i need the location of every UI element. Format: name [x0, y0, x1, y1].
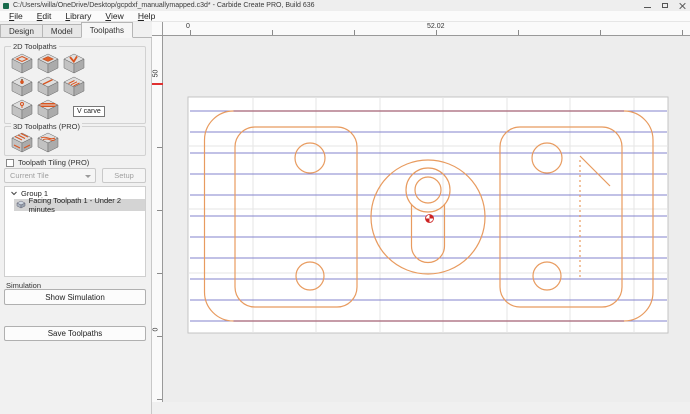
- main-tab-bar: Design Model Toolpaths: [0, 22, 170, 38]
- ruler-label-50: 50: [153, 64, 160, 84]
- toolpath-tree: Group 1 Facing Toolpath 1 - Under 2 minu…: [4, 186, 146, 277]
- toolpath-tiling-checkbox[interactable]: [6, 159, 14, 167]
- toolpath-tiling-row: Toolpath Tiling (PRO): [6, 158, 89, 167]
- tab-model[interactable]: Model: [42, 24, 82, 37]
- carbide-create-window: C:/Users/willa/OneDrive/Desktop/gcpdxf_m…: [0, 0, 690, 414]
- menu-bar: File Edit Library View Help: [0, 11, 690, 22]
- group-3d-title: 3D Toolpaths (PRO): [11, 122, 82, 131]
- chevron-down-icon: [85, 175, 91, 178]
- chevron-expanded-icon[interactable]: [10, 189, 18, 197]
- resurface-toolpath-icon[interactable]: [36, 99, 60, 121]
- tree-item-label: Facing Toolpath 1 - Under 2 minutes: [29, 196, 145, 214]
- toolpath-tiling-label: Toolpath Tiling (PRO): [18, 158, 89, 167]
- title-bar: C:/Users/willa/OneDrive/Desktop/gcpdxf_m…: [0, 0, 690, 11]
- menu-help[interactable]: Help: [131, 11, 162, 22]
- group-3d-toolpaths: 3D Toolpaths (PRO): [4, 126, 146, 156]
- maximize-icon[interactable]: [662, 3, 668, 8]
- save-toolpaths-button[interactable]: Save Toolpaths: [4, 326, 146, 341]
- horizontal-ruler: 0 52.02: [163, 22, 690, 36]
- drill-toolpath-icon[interactable]: [10, 76, 34, 98]
- tab-design[interactable]: Design: [0, 24, 43, 37]
- group-2d-title: 2D Toolpaths: [11, 42, 59, 51]
- setup-button[interactable]: Setup: [102, 168, 146, 183]
- design-canvas: [163, 36, 690, 402]
- current-tile-dropdown[interactable]: Current Tile: [4, 168, 96, 183]
- origin-marker-icon: [426, 215, 434, 223]
- v-carve-toolpath-icon[interactable]: [62, 53, 86, 75]
- canvas-viewport[interactable]: [163, 36, 690, 402]
- facing-toolpath-icon: [16, 200, 26, 210]
- vertical-ruler-ticks: [157, 36, 162, 402]
- minimize-icon[interactable]: [644, 7, 651, 8]
- app-icon: [3, 3, 9, 9]
- ruler-corner: [152, 22, 163, 36]
- texture-toolpath-icon[interactable]: [62, 76, 86, 98]
- ruler-label-major: 52.02: [427, 23, 445, 30]
- pocket-toolpath-icon[interactable]: [36, 53, 60, 75]
- keyhole-toolpath-icon[interactable]: [10, 99, 34, 121]
- 3d-finish-toolpath-icon[interactable]: [36, 132, 60, 154]
- menu-library[interactable]: Library: [58, 11, 98, 22]
- ruler-label-0: 0: [153, 320, 160, 340]
- menu-file[interactable]: File: [2, 11, 30, 22]
- tab-toolpaths[interactable]: Toolpaths: [81, 22, 133, 38]
- horizontal-ruler-ticks: [163, 30, 690, 35]
- window-title: C:/Users/willa/OneDrive/Desktop/gcpdxf_m…: [13, 2, 315, 9]
- current-tile-value: Current Tile: [10, 171, 49, 180]
- cursor-position-tick: [152, 83, 163, 85]
- window-controls: [644, 0, 686, 11]
- vertical-ruler: 50 0: [152, 36, 163, 402]
- 3d-rough-toolpath-icon[interactable]: [10, 132, 34, 154]
- toolpaths-panel: 2D Toolpaths: [0, 38, 152, 414]
- engrave-toolpath-icon[interactable]: [36, 76, 60, 98]
- close-icon[interactable]: [679, 2, 686, 9]
- ruler-label-zero: 0: [186, 23, 190, 30]
- menu-view[interactable]: View: [98, 11, 130, 22]
- show-simulation-button[interactable]: Show Simulation: [4, 289, 146, 305]
- tree-item-facing-toolpath[interactable]: Facing Toolpath 1 - Under 2 minutes: [14, 199, 145, 211]
- menu-edit[interactable]: Edit: [30, 11, 59, 22]
- contour-toolpath-icon[interactable]: [10, 53, 34, 75]
- v-carve-tooltip: V carve: [73, 106, 105, 117]
